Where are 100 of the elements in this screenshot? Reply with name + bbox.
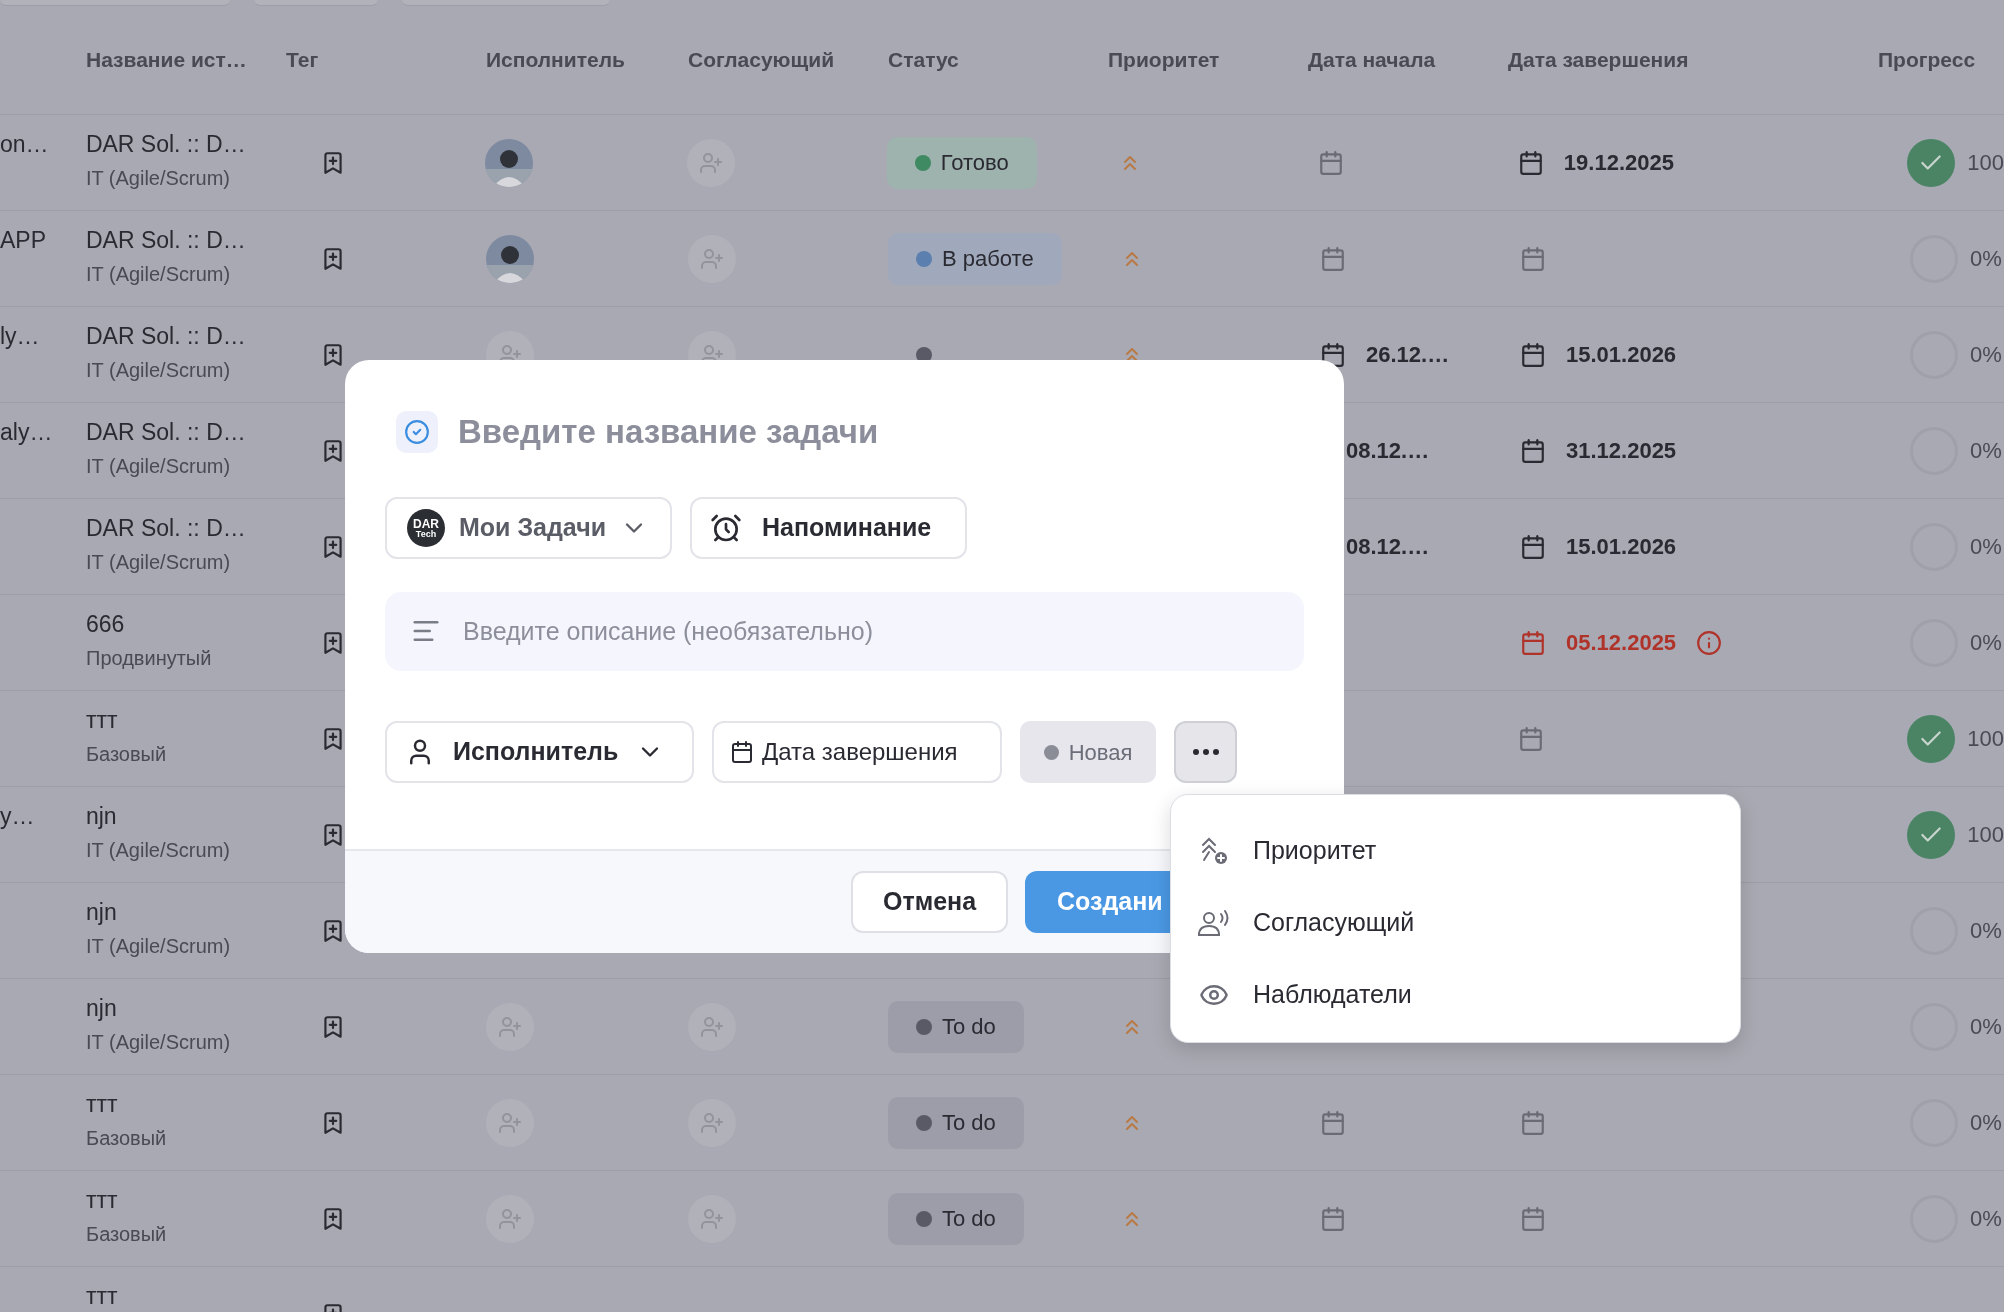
column-header[interactable]: Согласующий <box>688 48 835 72</box>
date-text: 26.12.… <box>1366 341 1450 369</box>
project-type: Базовый <box>86 1222 168 1247</box>
alarm-clock-icon <box>710 512 742 544</box>
assignee-select[interactable]: Исполнитель <box>385 721 694 783</box>
task-title-field[interactable]: Введите название задачи <box>458 407 1258 457</box>
task-title[interactable]: njn <box>86 897 286 927</box>
status-button[interactable]: Новая <box>1020 721 1156 783</box>
status-label: To do <box>942 1013 996 1041</box>
column-header[interactable]: Название ист… <box>86 48 247 72</box>
more-button[interactable] <box>1174 721 1237 783</box>
progress-value: 0% <box>1970 1013 2002 1041</box>
date-text: 15.01.2026 <box>1566 341 1677 369</box>
progress-value: 0% <box>1970 533 2002 561</box>
progress-value: 0% <box>1970 1109 2002 1137</box>
status-label: To do <box>942 1109 996 1137</box>
add-person-icon <box>699 150 724 175</box>
project-logo: DAR Tech <box>407 509 445 547</box>
status-label: To do <box>942 1205 996 1233</box>
column-header[interactable]: Статус <box>888 48 959 72</box>
project-type: Базовый <box>86 1126 168 1151</box>
task-title[interactable]: DAR Sol. :: D… <box>86 321 286 351</box>
status-badge[interactable]: Готово <box>886 136 1037 189</box>
progress-value: 0% <box>1970 917 2002 945</box>
project-type: Базовый <box>85 742 168 767</box>
menu-item-label: Наблюдатели <box>1253 979 1412 1011</box>
task-title[interactable]: 666 <box>86 609 286 639</box>
task-title[interactable]: ттт <box>85 705 286 735</box>
task-title[interactable]: DAR Sol. :: D… <box>86 513 286 543</box>
date-text: 08.12.… <box>1346 533 1430 561</box>
status-badge[interactable]: В работе <box>888 232 1062 285</box>
project-type: IT (Agile/Scrum) <box>86 550 232 575</box>
task-title[interactable]: njn <box>86 993 286 1023</box>
add-person-button[interactable] <box>688 1194 736 1243</box>
project-type: IT (Agile/Scrum) <box>85 838 231 863</box>
calendar-icon[interactable] <box>1520 533 1546 560</box>
date-text: 05.12.2025 <box>1566 629 1677 657</box>
date-text: 15.01.2026 <box>1566 533 1677 561</box>
add-person-button[interactable] <box>486 1098 534 1147</box>
status-label: В работе <box>942 245 1034 273</box>
menu-item[interactable]: Наблюдатели <box>1171 959 1740 1031</box>
status-badge[interactable]: To do <box>888 1000 1024 1053</box>
add-person-icon <box>498 1014 522 1039</box>
add-person-icon <box>498 1110 522 1135</box>
progress-value: 100 <box>1967 149 2004 177</box>
calendar-icon <box>730 740 754 764</box>
cell-text: aly… <box>0 419 53 445</box>
progress-value: 0% <box>1970 437 2002 465</box>
calendar-icon[interactable] <box>1517 149 1544 176</box>
column-header[interactable]: Прогресс <box>1878 48 1976 72</box>
column-header[interactable]: Приоритет <box>1108 48 1220 72</box>
date-text: 19.12.2025 <box>1563 149 1674 177</box>
column-header[interactable]: Дата начала <box>1308 48 1436 72</box>
column-header[interactable]: Тег <box>286 48 319 72</box>
date-text: 08.12.… <box>1346 437 1430 465</box>
project-type: IT (Agile/Scrum) <box>85 166 231 191</box>
status-label: Готово <box>940 149 1009 177</box>
progress-value: 0% <box>1970 1205 2002 1233</box>
project-type: IT (Agile/Scrum) <box>86 1030 232 1055</box>
calendar-icon[interactable] <box>1520 341 1546 368</box>
task-title[interactable]: ттт <box>86 1089 286 1119</box>
person-voice-icon <box>1197 908 1231 938</box>
status-badge[interactable]: To do <box>888 1096 1024 1149</box>
due-date-button[interactable]: Дата завершения <box>712 721 1002 783</box>
status-badge[interactable]: To do <box>888 1192 1024 1245</box>
add-person-button[interactable] <box>486 1002 534 1051</box>
add-person-icon <box>498 1206 522 1231</box>
info-icon[interactable] <box>1696 629 1723 656</box>
task-title[interactable]: ттт <box>86 1281 286 1311</box>
add-person-icon <box>700 1014 724 1039</box>
task-title[interactable]: DAR Sol. :: D… <box>85 129 286 159</box>
progress-value: 0% <box>1970 341 2002 369</box>
project-type: IT (Agile/Scrum) <box>86 358 232 383</box>
add-person-button[interactable] <box>486 1194 534 1243</box>
progress-value: 0% <box>1970 629 2002 657</box>
task-check-icon <box>396 411 438 453</box>
project-type: IT (Agile/Scrum) <box>86 934 232 959</box>
task-title[interactable]: njn <box>85 801 286 831</box>
column-header[interactable]: Дата завершения <box>1508 48 1689 72</box>
description-field[interactable]: Введите описание (необязательно) <box>385 592 1304 671</box>
task-title[interactable]: DAR Sol. :: D… <box>86 417 286 447</box>
cell-text: y… <box>0 803 35 829</box>
add-person-button[interactable] <box>688 1002 736 1051</box>
add-person-icon <box>700 1206 724 1231</box>
calendar-icon[interactable] <box>1320 341 1346 368</box>
date-text: 31.12.2025 <box>1566 437 1677 465</box>
menu-item-label: Согласующий <box>1253 907 1415 939</box>
project-select[interactable]: DAR Tech Мои Задачи <box>385 497 672 559</box>
reminder-button[interactable]: Напоминание <box>690 497 967 559</box>
more-icon <box>1192 749 1219 755</box>
menu-item-label: Приоритет <box>1253 835 1377 867</box>
cancel-button[interactable]: Отмена <box>851 871 1008 933</box>
column-header[interactable]: Исполнитель <box>486 48 625 72</box>
priority-add-icon <box>1199 836 1229 866</box>
cell-text: on… <box>0 131 49 157</box>
task-title[interactable]: DAR Sol. :: D… <box>86 225 286 255</box>
task-title[interactable]: ттт <box>86 1185 286 1215</box>
add-person-button[interactable] <box>688 234 736 283</box>
add-person-button[interactable] <box>688 1098 736 1147</box>
calendar-icon[interactable] <box>1520 437 1546 464</box>
